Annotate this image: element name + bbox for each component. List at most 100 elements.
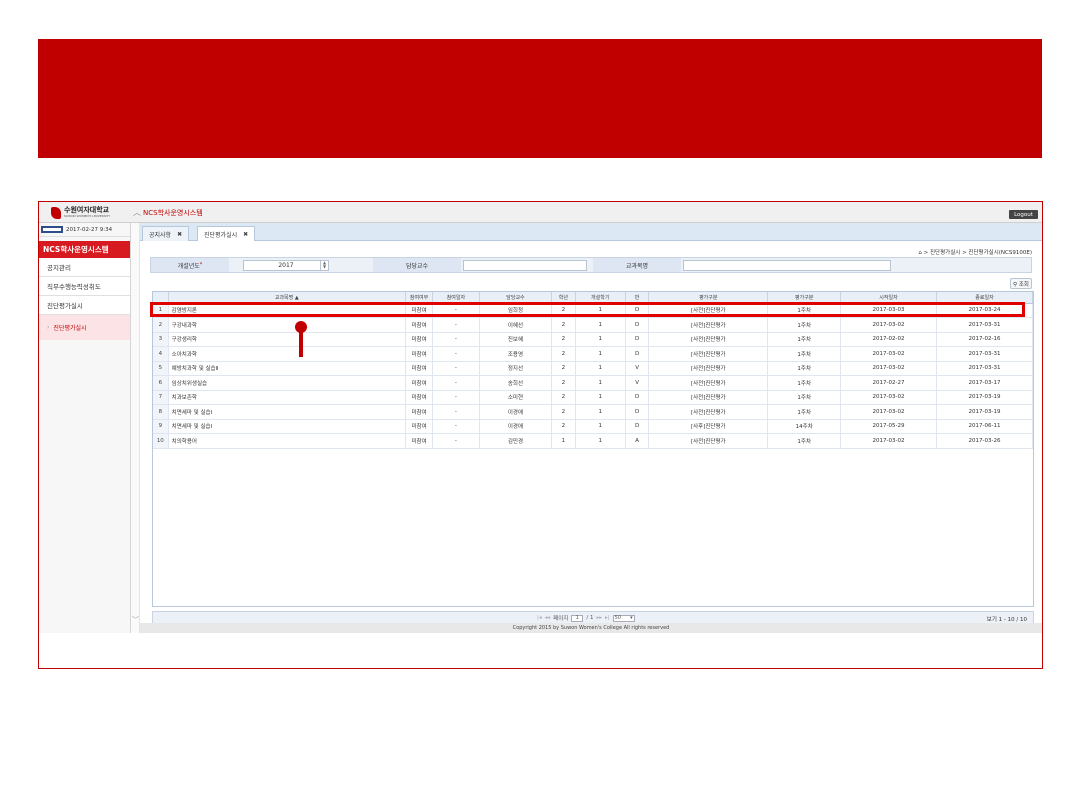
table-cell: - (432, 433, 480, 449)
table-cell: D (625, 346, 650, 362)
table-cell: - (432, 332, 480, 347)
table-cell: 2017-03-02 (840, 346, 937, 362)
table-cell: D (625, 419, 650, 434)
table-cell: 2017-03-19 (936, 404, 1034, 420)
table-row[interactable]: 3 구강생리학 미참여 - 진보혜 2 1 D [사전]진단평가 1주차 2017-02-02 201… (153, 332, 1034, 347)
tab-diagnostic[interactable]: 진단평가실시 ✖ (197, 226, 256, 241)
spinner-icon[interactable]: ▲ ▼ (320, 261, 328, 270)
table-cell: 14주차 (767, 419, 842, 434)
table-cell: 1주차 (767, 346, 842, 362)
search-button[interactable]: ⚲ 조회 (1010, 278, 1032, 289)
row-number: 9 (153, 419, 169, 434)
tab-notice[interactable]: 공지사항 ✖ (142, 226, 190, 241)
logout-button[interactable]: Logout (1009, 210, 1038, 219)
prev-page-icon[interactable]: ◂◂ (545, 615, 551, 621)
main-content: 공지사항 ✖ 진단평가실시 ✖ ⌂ > 진단평가실시 > 진단평가실시(NCS9… (140, 223, 1042, 633)
table-cell: 미참여 (405, 375, 434, 391)
chevron-down-icon[interactable]: ﹀ (132, 615, 139, 625)
next-page-icon[interactable]: ▸▸ (596, 615, 602, 621)
table-cell: 2017-03-19 (936, 390, 1034, 405)
logo-subtext: SUWON WOMEN'S UNIVERSITY (64, 214, 111, 218)
professor-input[interactable] (463, 260, 587, 271)
row-highlight-annotation (150, 302, 1025, 317)
university-logo[interactable]: 수원여자대학교 SUWON WOMEN'S UNIVERSITY (51, 205, 131, 220)
table-row[interactable]: 10 치의학용어 미참여 - 김민경 1 1 A [사전]진단평가 1주차 2017-03-02 20… (153, 433, 1034, 449)
table-row[interactable]: 7 치과보존학 미참여 - 소미현 2 1 D [사전]진단평가 1주차 2017-03-02 201… (153, 390, 1034, 405)
table-cell[interactable]: 구강내과학 (168, 317, 406, 333)
tab-bar: 공지사항 ✖ 진단평가실시 ✖ (140, 223, 1042, 241)
table-cell[interactable]: 구강생리학 (168, 332, 406, 347)
close-icon[interactable]: ✖ (243, 231, 248, 238)
table-cell: 1주차 (767, 433, 842, 449)
subject-input[interactable] (683, 260, 891, 271)
page-size-select[interactable]: 50 ▾ (612, 614, 635, 622)
sidebar-item-notice[interactable]: 공지관리 (39, 258, 130, 277)
table-cell: - (432, 375, 480, 391)
table-cell: 2017-03-02 (840, 390, 937, 405)
table-cell: 1 (575, 375, 627, 391)
table-cell: 1주차 (767, 390, 842, 405)
table-row[interactable]: 8 치면세마 및 실습Ⅰ 미참여 - 이경애 2 1 D [사전]진단평가 1주차 2017-03-… (153, 404, 1034, 420)
page-input[interactable]: 1 (571, 614, 584, 622)
first-page-icon[interactable]: |◂ (537, 615, 542, 621)
view-info: 보기 1 - 10 / 10 (986, 617, 1027, 623)
table-cell[interactable]: 임상치위생실습 (168, 375, 406, 391)
table-cell: 1주차 (767, 317, 842, 333)
table-cell: [사전]진단평가 (648, 375, 769, 391)
table-cell: D (625, 332, 650, 347)
table-row[interactable]: 9 치면세마 및 실습Ⅰ 미참여 - 이경애 2 1 D [사후]진단평가 14주차 2017-05… (153, 419, 1034, 434)
logo-text: 수원여자대학교 (64, 206, 110, 214)
table-cell: A (625, 433, 650, 449)
sidebar-subitem-diagnostic[interactable]: › 진단평가실시 (39, 315, 130, 340)
table-cell: [사전]진단평가 (648, 390, 769, 405)
row-number: 3 (153, 332, 169, 347)
table-cell: 1 (575, 390, 627, 405)
close-icon[interactable]: ✖ (177, 231, 182, 238)
page-label: 페이지 (553, 616, 569, 622)
table-cell: V (625, 375, 650, 391)
table-cell[interactable]: 예방치과학 및 실습Ⅱ (168, 361, 406, 376)
table-row[interactable]: 2 구강내과학 미참여 - 이혜선 2 1 D [사전]진단평가 1주차 2017-03-02 201… (153, 317, 1034, 333)
row-number: 7 (153, 390, 169, 405)
table-cell: 2017-03-02 (840, 433, 937, 449)
logo-flame-icon (51, 206, 61, 219)
table-cell[interactable]: 치의학용어 (168, 433, 406, 449)
year-field[interactable]: 2017 ▲ ▼ (243, 260, 329, 271)
table-cell[interactable]: 치면세마 및 실습Ⅰ (168, 419, 406, 434)
table-row[interactable]: 6 임상치위생실습 미참여 - 송희선 2 1 V [사전]진단평가 1주차 2017-02-27 2… (153, 375, 1034, 391)
results-grid: 교과목명 ▲ 참여여부 참여일자 담당교수 학년 개설학기 반 평가구분 평가구분 시작일자 종료일… (152, 291, 1034, 607)
annotation-pointer-line (299, 330, 303, 357)
year-label: 개설년도 * (151, 258, 229, 272)
last-page-icon[interactable]: ▸| (605, 615, 610, 621)
bullet-icon: › (47, 324, 50, 331)
table-row[interactable]: 4 소아치과학 미참여 - 조용영 2 1 D [사전]진단평가 1주차 2017-03-02 201… (153, 346, 1034, 362)
table-row[interactable]: 5 예방치과학 및 실습Ⅱ 미참여 - 정지선 2 1 V [사전]진단평가 1주차 2017-03… (153, 361, 1034, 376)
table-cell: 조용영 (479, 346, 553, 362)
table-cell: 이혜선 (479, 317, 553, 333)
sidebar-scrollbar[interactable]: ﹀ (131, 223, 140, 633)
chevron-down-icon: ▾ (630, 615, 633, 621)
table-cell: [사후]진단평가 (648, 419, 769, 434)
table-cell[interactable]: 치과보존학 (168, 390, 406, 405)
page-total: / 1 (586, 615, 594, 621)
table-cell[interactable]: 소아치과학 (168, 346, 406, 362)
table-cell[interactable]: 치면세마 및 실습Ⅰ (168, 404, 406, 420)
table-cell: 2 (551, 375, 576, 391)
table-cell: - (432, 419, 480, 434)
sidebar-item-achievement[interactable]: 직무수행능력성취도 (39, 277, 130, 296)
table-cell: 2 (551, 317, 576, 333)
table-cell: 소미현 (479, 390, 553, 405)
chevron-up-icon[interactable]: ︿ (133, 207, 141, 218)
table-cell: [사전]진단평가 (648, 317, 769, 333)
table-cell: - (432, 346, 480, 362)
table-cell: 2017-03-02 (840, 317, 937, 333)
table-cell: D (625, 317, 650, 333)
app-screenshot-frame: 수원여자대학교 SUWON WOMEN'S UNIVERSITY ︿ NCS학사… (38, 201, 1043, 669)
table-cell: 미참여 (405, 332, 434, 347)
top-bar: 수원여자대학교 SUWON WOMEN'S UNIVERSITY ︿ NCS학사… (39, 202, 1042, 223)
table-cell: 2017-02-02 (840, 332, 937, 347)
row-number: 2 (153, 317, 169, 333)
sidebar-item-diagnostic[interactable]: 진단평가실시 (39, 296, 130, 315)
table-cell: [사전]진단평가 (648, 332, 769, 347)
table-cell: 1주차 (767, 404, 842, 420)
